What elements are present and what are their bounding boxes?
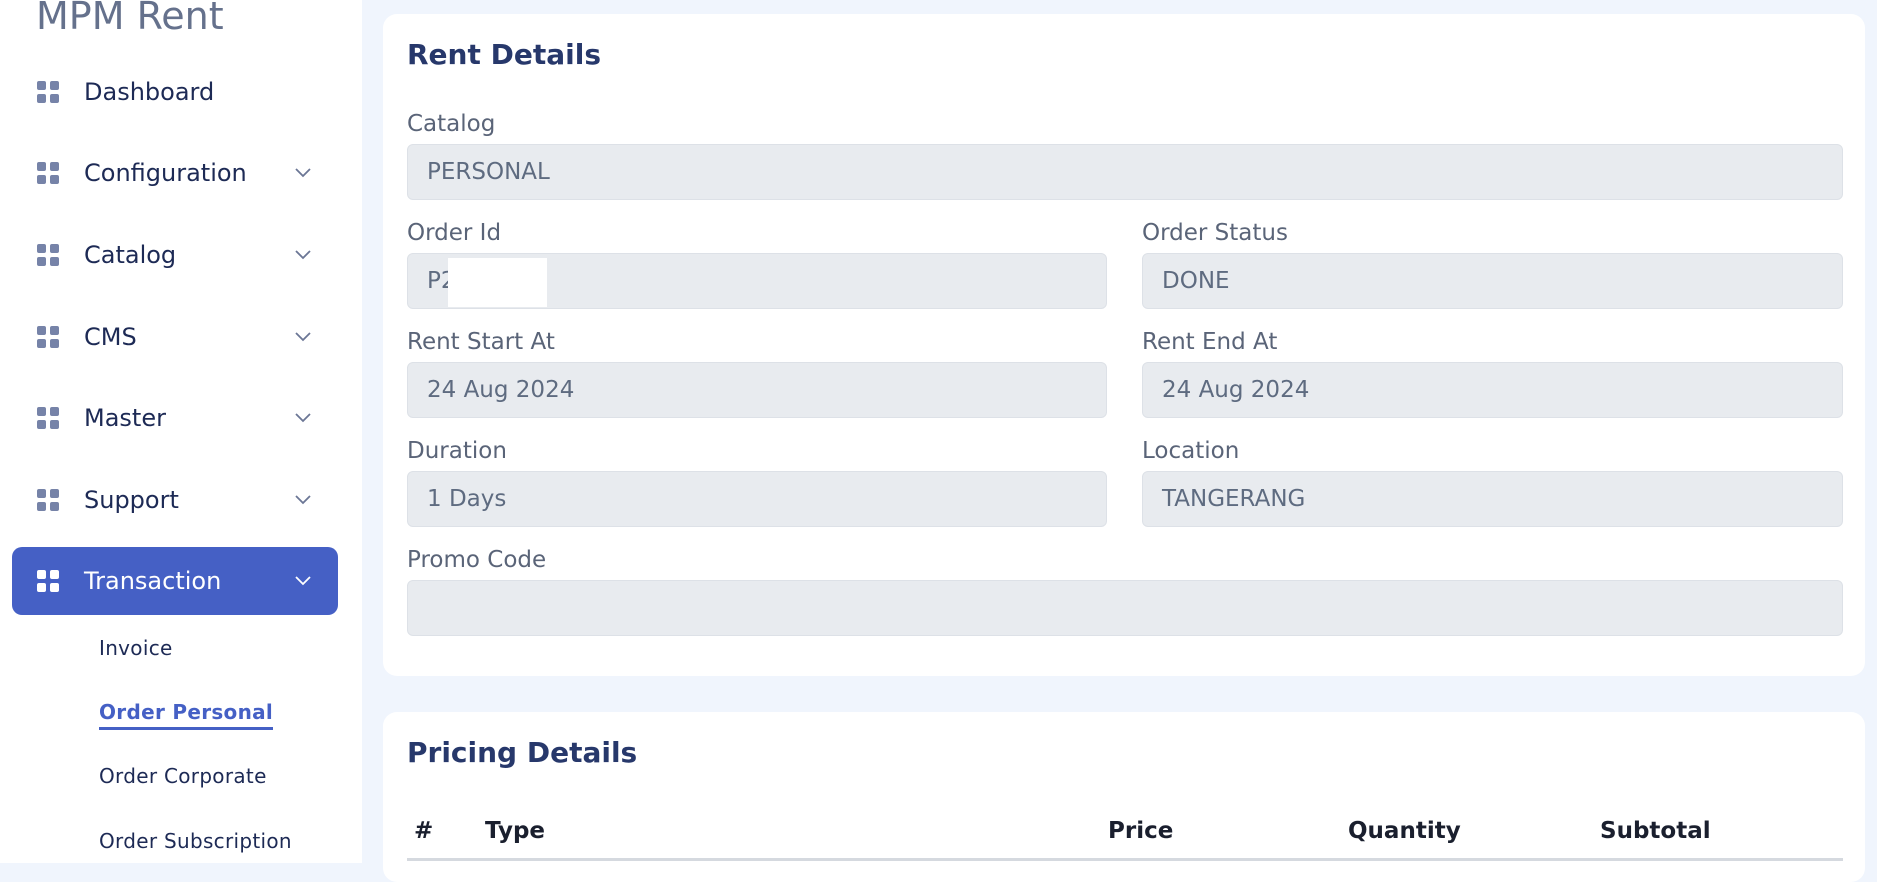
rent-start-field[interactable]: 24 Aug 2024 <box>407 362 1107 418</box>
chevron-down-icon <box>295 495 311 505</box>
sidebar-item-label: Dashboard <box>84 78 215 106</box>
sidebar-item-dashboard[interactable]: Dashboard <box>12 58 338 126</box>
column-header-quantity: Quantity <box>1348 818 1461 844</box>
chevron-down-icon <box>295 250 311 260</box>
sidebar-item-configuration[interactable]: Configuration <box>12 139 338 207</box>
promo-code-field[interactable] <box>407 580 1843 636</box>
chevron-down-icon <box>295 168 311 178</box>
location-field[interactable]: TANGERANG <box>1142 471 1843 527</box>
sidebar-item-label: Master <box>84 404 166 432</box>
column-header-type: Type <box>485 818 546 844</box>
sidebar: MPM Rent Dashboard Configuration Catalog… <box>0 0 362 863</box>
rent-end-label: Rent End At <box>1142 329 1278 355</box>
grid-icon <box>37 244 59 266</box>
sidebar-item-label: Support <box>84 486 179 514</box>
sidebar-subitem-invoice[interactable]: Invoice <box>99 636 173 660</box>
sidebar-item-label: CMS <box>84 323 137 351</box>
sidebar-subitem-order-personal[interactable]: Order Personal <box>99 700 274 730</box>
table-header-divider <box>407 858 1843 861</box>
promo-code-label: Promo Code <box>407 547 547 573</box>
order-status-label: Order Status <box>1142 220 1288 246</box>
sidebar-subitem-order-corporate[interactable]: Order Corporate <box>99 764 267 788</box>
rent-end-field[interactable]: 24 Aug 2024 <box>1142 362 1843 418</box>
rent-details-title: Rent Details <box>407 38 601 71</box>
sidebar-item-master[interactable]: Master <box>12 384 338 452</box>
pricing-details-title: Pricing Details <box>407 736 638 769</box>
duration-field[interactable]: 1 Days <box>407 471 1107 527</box>
grid-icon <box>37 326 59 348</box>
column-header-price: Price <box>1108 818 1174 844</box>
order-id-label: Order Id <box>407 220 502 246</box>
chevron-down-icon <box>295 413 311 423</box>
chevron-down-icon <box>295 576 311 586</box>
column-header-index: # <box>414 818 434 844</box>
redaction-box <box>448 258 547 307</box>
sidebar-item-support[interactable]: Support <box>12 466 338 534</box>
catalog-label: Catalog <box>407 111 496 137</box>
grid-icon <box>37 570 59 592</box>
sidebar-item-transaction[interactable]: Transaction <box>12 547 338 615</box>
sidebar-item-label: Configuration <box>84 159 247 187</box>
rent-details-card: Rent Details <box>383 14 1865 676</box>
sidebar-item-label: Transaction <box>84 567 222 595</box>
location-label: Location <box>1142 438 1240 464</box>
grid-icon <box>37 162 59 184</box>
catalog-field[interactable]: PERSONAL <box>407 144 1843 200</box>
grid-icon <box>37 81 59 103</box>
brand-title: MPM Rent <box>36 0 224 38</box>
chevron-down-icon <box>295 332 311 342</box>
sidebar-subitem-order-subscription[interactable]: Order Subscription <box>99 829 292 853</box>
order-status-field[interactable]: DONE <box>1142 253 1843 309</box>
sidebar-item-cms[interactable]: CMS <box>12 303 338 371</box>
rent-start-label: Rent Start At <box>407 329 555 355</box>
sidebar-item-catalog[interactable]: Catalog <box>12 221 338 289</box>
grid-icon <box>37 407 59 429</box>
sidebar-item-label: Catalog <box>84 241 177 269</box>
grid-icon <box>37 489 59 511</box>
pricing-details-card: Pricing Details <box>383 712 1865 882</box>
duration-label: Duration <box>407 438 507 464</box>
column-header-subtotal: Subtotal <box>1600 818 1711 844</box>
